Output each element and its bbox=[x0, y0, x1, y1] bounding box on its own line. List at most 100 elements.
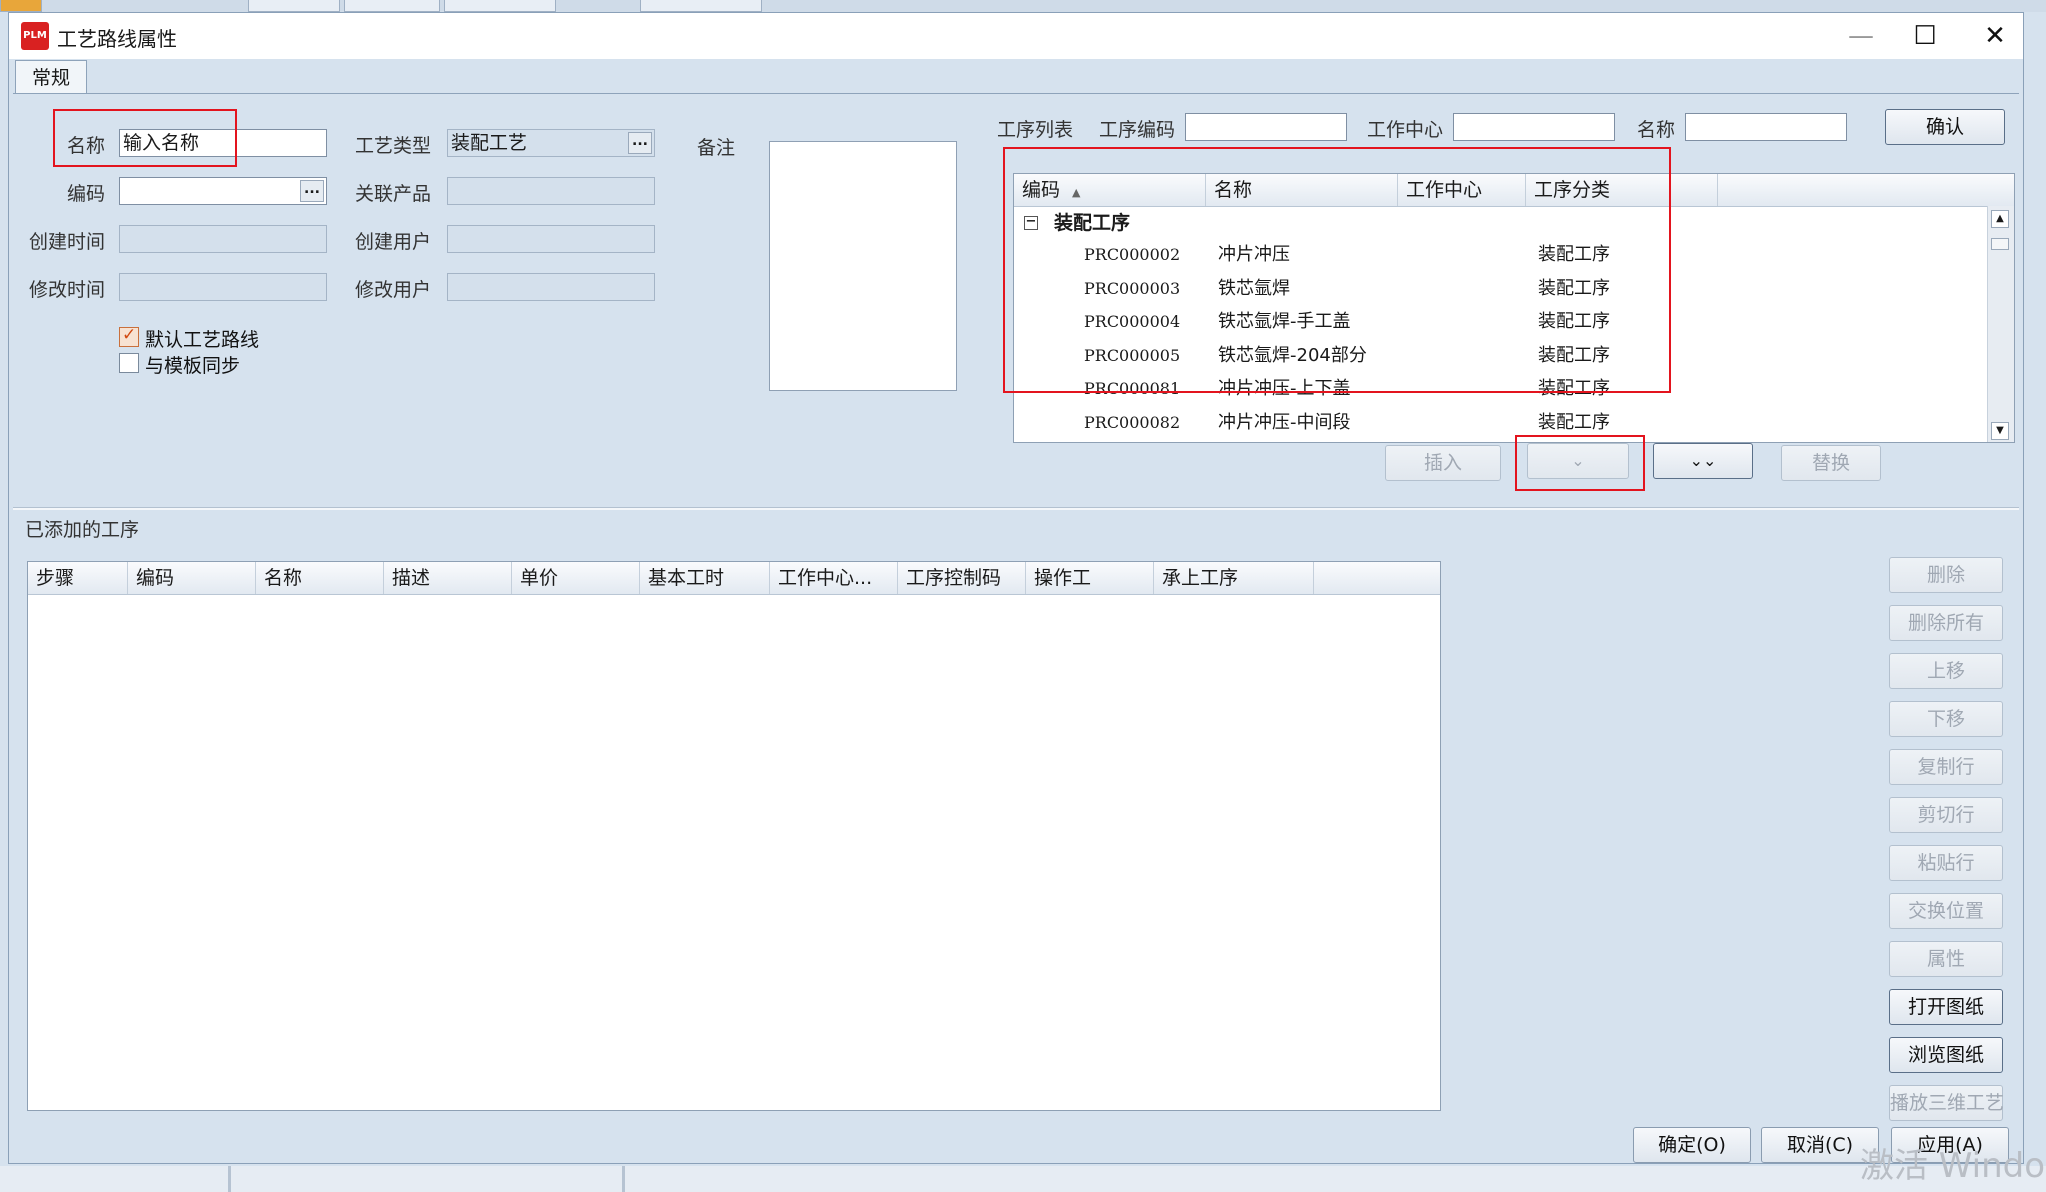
cell-name: 冲片冲压 bbox=[1218, 244, 1290, 265]
apply-button[interactable]: 应用(A) bbox=[1891, 1127, 2009, 1163]
cell-name: 铁芯氩焊 bbox=[1218, 277, 1290, 299]
sync-template-checkbox[interactable] bbox=[119, 353, 139, 373]
side-action-button[interactable]: 删除所有 bbox=[1889, 605, 2003, 641]
background-app-bottom bbox=[0, 1166, 2046, 1192]
work-center-label: 工作中心 bbox=[1367, 119, 1444, 141]
cancel-button[interactable]: 取消(C) bbox=[1761, 1127, 1879, 1163]
process-route-properties-dialog: PLM 工艺路线属性 — ☐ ✕ 常规 名称 输入名称 编码 ... 创建时间 … bbox=[8, 12, 2024, 1164]
collapse-icon[interactable]: − bbox=[1024, 215, 1038, 230]
col-header-code-text: 编码 bbox=[1022, 179, 1061, 201]
table-row[interactable]: PRC000082 冲片冲压-中间段 装配工序 bbox=[1014, 406, 2014, 439]
close-button[interactable]: ✕ bbox=[1967, 17, 2023, 55]
added-col-header[interactable]: 名称 bbox=[256, 562, 384, 594]
added-col-header[interactable]: 基本工时 bbox=[640, 562, 770, 594]
added-col-header[interactable]: 编码 bbox=[128, 562, 256, 594]
col-header-name[interactable]: 名称 bbox=[1206, 174, 1398, 206]
added-col-header[interactable]: 操作工 bbox=[1026, 562, 1154, 594]
added-col-header[interactable]: 承上工序 bbox=[1154, 562, 1314, 594]
ok-button[interactable]: 确定(O) bbox=[1633, 1127, 1751, 1163]
maximize-button[interactable]: ☐ bbox=[1897, 17, 1953, 55]
scroll-thumb[interactable] bbox=[1991, 238, 2009, 250]
work-center-input[interactable] bbox=[1453, 113, 1615, 141]
code-input[interactable]: ... bbox=[119, 177, 327, 205]
name-input[interactable]: 输入名称 bbox=[119, 129, 327, 157]
created-time-label: 创建时间 bbox=[29, 231, 106, 253]
process-type-field[interactable]: 装配工艺 ... bbox=[447, 129, 655, 157]
cell-name: 冲片冲压-上下盖 bbox=[1218, 378, 1351, 399]
background-divider bbox=[622, 1166, 625, 1192]
tab-general[interactable]: 常规 bbox=[15, 60, 87, 94]
cell-name: 铁芯氩焊-204部分 bbox=[1218, 344, 1367, 366]
col-header-work-center[interactable]: 工作中心 bbox=[1398, 174, 1526, 206]
added-col-header[interactable]: 描述 bbox=[384, 562, 512, 594]
added-processes-label: 已添加的工序 bbox=[25, 519, 140, 541]
default-route-checkbox[interactable] bbox=[119, 325, 139, 347]
plm-logo-icon: PLM bbox=[21, 22, 49, 50]
cell-category: 装配工序 bbox=[1538, 378, 1610, 399]
table-row[interactable]: PRC000005 铁芯氩焊-204部分 装配工序 bbox=[1014, 339, 2014, 372]
confirm-search-button[interactable]: 确认 bbox=[1885, 109, 2005, 145]
side-action-button[interactable]: 交换位置 bbox=[1889, 893, 2003, 929]
background-tab bbox=[344, 0, 440, 12]
cell-code: PRC000003 bbox=[1084, 278, 1181, 298]
add-process-button[interactable]: ⌄ bbox=[1527, 443, 1629, 479]
added-processes-table: 步骤 编码 名称 描述 单价 基本工时 工作中心... 工序控制码 操作工 承上工序 bbox=[27, 561, 1441, 1111]
side-action-button[interactable]: 打开图纸 bbox=[1889, 989, 2003, 1025]
added-col-header[interactable]: 步骤 bbox=[28, 562, 128, 594]
process-name-input[interactable] bbox=[1685, 113, 1847, 141]
col-header-category[interactable]: 工序分类 bbox=[1526, 174, 1718, 206]
process-type-browse-button[interactable]: ... bbox=[628, 132, 652, 154]
added-col-header[interactable]: 工序控制码 bbox=[898, 562, 1026, 594]
background-app-toolbar bbox=[0, 0, 2046, 12]
process-code-label: 工序编码 bbox=[1099, 119, 1176, 141]
background-tab bbox=[640, 0, 762, 12]
cell-category: 装配工序 bbox=[1538, 311, 1610, 332]
add-all-processes-button[interactable]: ⌄⌄ bbox=[1653, 443, 1753, 479]
cell-code: PRC000082 bbox=[1084, 412, 1181, 432]
table-row[interactable]: PRC000002 冲片冲压 装配工序 bbox=[1014, 238, 2014, 271]
created-user-label: 创建用户 bbox=[355, 231, 432, 253]
side-action-button[interactable]: 粘贴行 bbox=[1889, 845, 2003, 881]
remark-textarea[interactable] bbox=[769, 141, 957, 391]
side-action-button[interactable]: 属性 bbox=[1889, 941, 2003, 977]
section-divider bbox=[13, 507, 2019, 510]
added-col-header[interactable]: 工作中心... bbox=[770, 562, 898, 594]
cell-category: 装配工序 bbox=[1538, 344, 1610, 366]
scroll-down-icon[interactable]: ▼ bbox=[1991, 422, 2009, 440]
table-row[interactable]: PRC000004 铁芯氩焊-手工盖 装配工序 bbox=[1014, 305, 2014, 338]
side-action-button[interactable]: 复制行 bbox=[1889, 749, 2003, 785]
added-col-header[interactable]: 单价 bbox=[512, 562, 640, 594]
process-table-header: 编码 ▲ 名称 工作中心 工序分类 bbox=[1014, 174, 2014, 207]
col-header-code[interactable]: 编码 ▲ bbox=[1014, 174, 1206, 206]
process-list-table: 编码 ▲ 名称 工作中心 工序分类 − 装配工序 PRC000002 冲片冲压 装配工… bbox=[1013, 173, 2015, 443]
group-name: 装配工序 bbox=[1054, 212, 1131, 234]
side-action-button[interactable]: 上移 bbox=[1889, 653, 2003, 689]
created-time-field bbox=[119, 225, 327, 253]
modified-user-field bbox=[447, 273, 655, 301]
cell-code: PRC000081 bbox=[1084, 379, 1181, 398]
modified-time-field bbox=[119, 273, 327, 301]
process-type-value: 装配工艺 bbox=[451, 132, 528, 154]
code-browse-button[interactable]: ... bbox=[300, 180, 324, 202]
side-action-button[interactable]: 播放三维工艺 bbox=[1889, 1085, 2004, 1121]
side-action-button[interactable]: 浏览图纸 bbox=[1889, 1037, 2003, 1073]
side-action-button[interactable]: 剪切行 bbox=[1889, 797, 2003, 833]
process-code-input[interactable] bbox=[1185, 113, 1347, 141]
created-user-field bbox=[447, 225, 655, 253]
code-label: 编码 bbox=[67, 183, 106, 205]
process-table-scrollbar[interactable]: ▲ ▼ bbox=[1987, 206, 2014, 442]
scroll-up-icon[interactable]: ▲ bbox=[1991, 210, 2009, 228]
name-label: 名称 bbox=[67, 135, 106, 157]
table-row[interactable]: PRC000081 冲片冲压-上下盖 装配工序 bbox=[1014, 372, 2014, 405]
minimize-button[interactable]: — bbox=[1833, 17, 1889, 55]
table-row[interactable]: PRC000003 铁芯氩焊 装配工序 bbox=[1014, 272, 2014, 305]
process-type-label: 工艺类型 bbox=[355, 135, 432, 157]
side-action-button[interactable]: 删除 bbox=[1889, 557, 2003, 593]
insert-button[interactable]: 插入 bbox=[1385, 445, 1501, 481]
cell-category: 装配工序 bbox=[1538, 244, 1610, 265]
replace-button[interactable]: 替换 bbox=[1781, 445, 1881, 481]
side-action-button[interactable]: 下移 bbox=[1889, 701, 2003, 737]
process-list-label: 工序列表 bbox=[997, 119, 1074, 141]
title-bar[interactable]: PLM 工艺路线属性 — ☐ ✕ bbox=[9, 13, 2023, 59]
background-divider bbox=[228, 1166, 231, 1192]
